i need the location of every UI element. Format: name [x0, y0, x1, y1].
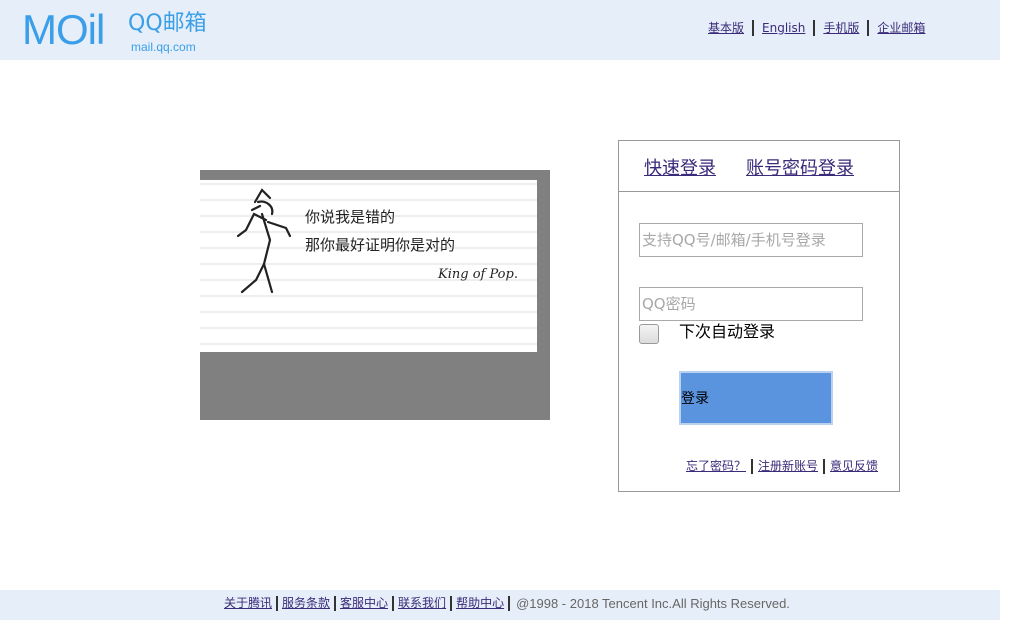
register-link[interactable]: 注册新账号	[753, 459, 826, 474]
copyright-text: @1998 - 2018 Tencent Inc.All Rights Rese…	[516, 596, 790, 611]
tab-account-login[interactable]: 账号密码登录	[746, 157, 854, 181]
footer-bar: 关于腾讯 服务条款 客服中心 联系我们 帮助中心 @1998 - 2018 Te…	[0, 590, 1000, 620]
quote-line-1: 你说我是错的	[305, 208, 395, 226]
quote-signature: King of Pop.	[437, 267, 518, 282]
top-nav: 基本版 English 手机版 企业邮箱	[700, 20, 933, 36]
login-button[interactable]: 登录	[679, 371, 833, 425]
logo-wordmark[interactable]: MOil	[22, 6, 105, 54]
login-tabs: 快速登录 账号密码登录	[619, 141, 899, 192]
logo-url: mail.qq.com	[131, 40, 196, 54]
forgot-password-link[interactable]: 忘了密码？	[681, 459, 754, 474]
nav-english[interactable]: English	[754, 20, 816, 36]
quote-line-2: 那你最好证明你是对的	[305, 236, 455, 254]
login-panel: 快速登录 账号密码登录 下次自动登录 登录 忘了密码？ 注册新账号 意见反馈	[618, 140, 900, 492]
footer-contact-us[interactable]: 联系我们	[394, 596, 453, 611]
login-help-links: 忘了密码？ 注册新账号 意见反馈	[681, 459, 883, 474]
password-input[interactable]	[639, 287, 863, 321]
logo-title[interactable]: QQ邮箱	[128, 10, 207, 38]
username-input[interactable]	[639, 223, 863, 257]
auto-login-checkbox[interactable]	[639, 324, 659, 344]
tab-quick-login[interactable]: 快速登录	[644, 157, 716, 181]
footer-customer-service[interactable]: 客服中心	[336, 596, 395, 611]
notebook-sketch: 你说我是错的 那你最好证明你是对的 King of Pop.	[200, 183, 537, 345]
footer-terms[interactable]: 服务条款	[278, 596, 337, 611]
auto-login-label: 下次自动登录	[679, 322, 776, 341]
nav-enterprise-mail[interactable]: 企业邮箱	[869, 20, 933, 36]
footer-links: 关于腾讯 服务条款 客服中心 联系我们 帮助中心 @1998 - 2018 Te…	[220, 596, 790, 611]
footer-help-center[interactable]: 帮助中心	[452, 596, 511, 611]
header-bar: MOil QQ邮箱 mail.qq.com 基本版 English 手机版 企业…	[0, 0, 1000, 60]
feedback-link[interactable]: 意见反馈	[825, 459, 883, 474]
footer-about-tencent[interactable]: 关于腾讯	[220, 596, 279, 611]
nav-basic-version[interactable]: 基本版	[700, 20, 755, 36]
nav-mobile-version[interactable]: 手机版	[815, 20, 870, 36]
promo-picture: 你说我是错的 那你最好证明你是对的 King of Pop.	[200, 180, 537, 352]
